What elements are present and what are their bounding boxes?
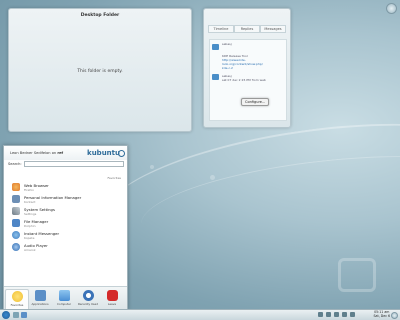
user-name: Leon Bedner Sedifelon	[10, 151, 51, 155]
microblog-timeline: sebasj KDE Release Tool http://www.kde-l…	[209, 39, 287, 121]
tab-replies[interactable]: Replies	[234, 25, 260, 33]
search-row: Search:	[7, 161, 124, 168]
applications-icon	[34, 290, 46, 301]
tweet-user[interactable]: sebasj	[222, 42, 232, 46]
tab-label: Favorites	[10, 303, 24, 307]
app-category: Amarok	[24, 248, 36, 252]
tray-icon[interactable]	[326, 312, 331, 317]
star-icon	[11, 291, 23, 302]
app-category: Kontact	[24, 200, 36, 204]
tweet-line: sat 07 dec 2:15 PM from web	[222, 78, 266, 82]
tweet-link[interactable]: kde.c.2	[222, 66, 286, 70]
app-audio-player[interactable]: Audio Player Amarok	[10, 242, 120, 254]
tray-icon[interactable]	[334, 312, 339, 317]
app-system-settings[interactable]: System Settings Settings	[10, 206, 120, 218]
amarok-icon	[12, 243, 20, 251]
tab-label: Applications	[31, 302, 49, 306]
dolphin-icon	[12, 219, 20, 227]
user-info: Leon Bedner Sedifelon on ref	[10, 151, 64, 155]
host-name: ref	[57, 151, 64, 155]
folder-view-widget[interactable]: Desktop Folder This folder is empty.	[8, 8, 192, 132]
kopete-icon	[12, 231, 20, 239]
tab-label: Computer	[57, 302, 71, 306]
microblog-widget[interactable]: Timeline Replies Messages sebasj KDE Rel…	[203, 8, 291, 128]
show-desktop-icon[interactable]	[13, 312, 19, 318]
tray-icon[interactable]	[350, 312, 355, 317]
app-category: Firefox	[24, 188, 34, 192]
folder-view-title: Desktop Folder	[80, 13, 120, 18]
app-web-browser[interactable]: Web Browser Firefox	[10, 182, 120, 194]
configure-button[interactable]: Configure...	[241, 98, 270, 106]
twitter-bird-icon	[212, 74, 219, 80]
power-icon	[106, 290, 118, 301]
clock-date: Sat, Dec 6	[373, 314, 390, 318]
kickoff-tab-bar: Favorites Applications Computer Recently…	[4, 286, 127, 309]
panel-toolbox-icon[interactable]	[391, 312, 398, 319]
firefox-icon	[12, 183, 20, 191]
app-category: Settings	[24, 212, 37, 216]
app-instant-messenger[interactable]: Instant Messenger Kopete	[10, 230, 120, 242]
tab-leave[interactable]: Leave	[101, 289, 123, 308]
app-category: Kopete	[24, 236, 35, 240]
menu-header: Leon Bedner Sedifelon on ref kubuntu	[4, 146, 127, 160]
desktop-toolbox-icon[interactable]	[386, 3, 397, 14]
tab-computer[interactable]: Computer	[53, 289, 75, 308]
clock-icon	[82, 290, 94, 301]
tab-label: Leave	[107, 302, 117, 306]
app-file-manager[interactable]: File Manager Dolphin	[10, 218, 120, 230]
tab-favorites[interactable]: Favorites	[5, 289, 29, 309]
search-input[interactable]	[24, 161, 124, 167]
search-label: Search:	[8, 162, 22, 166]
tab-timeline[interactable]: Timeline	[208, 25, 234, 33]
wallpaper-logo	[338, 258, 376, 292]
app-pim[interactable]: Personal Information Manager Kontact	[10, 194, 120, 206]
favorites-header: Favorites	[107, 176, 121, 180]
kickoff-menu: Leon Bedner Sedifelon on ref kubuntu Sea…	[3, 145, 128, 310]
file-manager-icon[interactable]	[21, 312, 27, 318]
computer-icon	[58, 290, 70, 301]
kubuntu-logo-icon	[118, 150, 125, 157]
kontact-icon	[12, 195, 20, 203]
wallpaper-dot	[210, 175, 215, 180]
tab-applications[interactable]: Applications	[29, 289, 51, 308]
tray-icon[interactable]	[342, 312, 347, 317]
settings-icon	[12, 207, 20, 215]
microblog-tabs: Timeline Replies Messages	[208, 25, 286, 33]
tray-icon[interactable]	[318, 312, 323, 317]
tweet-link[interactable]: http://www.kde-look.org/content/show.php…	[222, 58, 286, 66]
tweet: sebasj sat 07 dec 2:15 PM from web	[222, 74, 266, 82]
kickoff-launcher-icon[interactable]	[2, 311, 10, 319]
tab-label: Recently Used	[78, 302, 98, 306]
digital-clock[interactable]: 05:11 am Sat, Dec 6	[374, 310, 390, 318]
twitter-bird-icon	[212, 44, 219, 50]
taskbar-panel: 05:11 am Sat, Dec 6	[0, 309, 400, 320]
kubuntu-logo-text: kubuntu	[87, 149, 120, 157]
tweet-text: KDE Release Tool http://www.kde-look.org…	[222, 54, 286, 70]
app-category: Dolphin	[24, 224, 36, 228]
folder-empty-message: This folder is empty.	[77, 69, 123, 74]
wallpaper-dot	[150, 165, 154, 169]
tab-messages[interactable]: Messages	[260, 25, 286, 33]
tweet: sebasj	[222, 42, 232, 46]
tab-recently-used[interactable]: Recently Used	[77, 289, 99, 308]
